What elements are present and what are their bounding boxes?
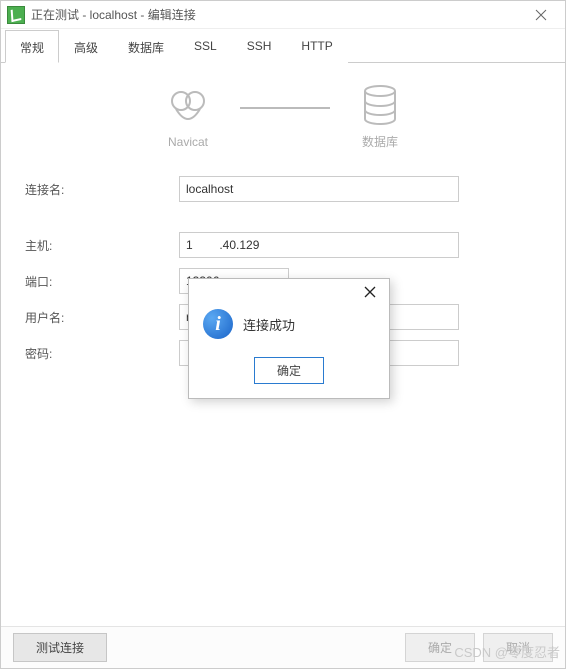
result-dialog: i 连接成功 确定 (188, 278, 390, 399)
tab-database[interactable]: 数据库 (113, 30, 179, 63)
label-password: 密码: (25, 345, 179, 362)
footer: 测试连接 确定 取消 (1, 626, 565, 668)
dialog-body: i 连接成功 (189, 305, 389, 349)
tab-general[interactable]: 常规 (5, 30, 59, 63)
window-title: 正在测试 - localhost - 编辑连接 (31, 6, 523, 23)
diagram-navicat: Navicat (166, 85, 210, 149)
edit-connection-window: 正在测试 - localhost - 编辑连接 常规 高级 数据库 SSL SS… (0, 0, 566, 669)
tabs: 常规 高级 数据库 SSL SSH HTTP (1, 29, 565, 63)
input-host[interactable] (179, 232, 459, 258)
label-username: 用户名: (25, 309, 179, 326)
dialog-footer: 确定 (189, 349, 389, 398)
info-icon: i (203, 309, 233, 339)
diagram-database-label: 数据库 (362, 133, 398, 150)
tab-ssl[interactable]: SSL (179, 30, 232, 63)
row-host: 主机: (25, 232, 541, 258)
navicat-app-icon (7, 6, 25, 24)
tab-advanced[interactable]: 高级 (59, 30, 113, 63)
label-host: 主机: (25, 237, 179, 254)
row-connection-name: 连接名: (25, 176, 541, 202)
database-icon (360, 83, 400, 127)
tab-ssh[interactable]: SSH (232, 30, 287, 63)
input-connection-name[interactable] (179, 176, 459, 202)
dialog-message: 连接成功 (243, 315, 295, 334)
tab-http[interactable]: HTTP (286, 30, 347, 63)
diagram-navicat-label: Navicat (168, 135, 208, 149)
window-close-button[interactable] (523, 1, 559, 28)
dialog-close-button[interactable] (355, 279, 385, 305)
connection-diagram: Navicat 数据库 (25, 83, 541, 150)
label-port: 端口: (25, 273, 179, 290)
navicat-icon (166, 85, 210, 129)
dialog-titlebar (189, 279, 389, 305)
titlebar: 正在测试 - localhost - 编辑连接 (1, 1, 565, 29)
test-connection-button[interactable]: 测试连接 (13, 633, 107, 662)
diagram-database: 数据库 (360, 83, 400, 150)
connection-line-icon (240, 107, 330, 109)
ok-button[interactable]: 确定 (405, 633, 475, 662)
dialog-ok-button[interactable]: 确定 (254, 357, 324, 384)
cancel-button[interactable]: 取消 (483, 633, 553, 662)
label-connection-name: 连接名: (25, 181, 179, 198)
